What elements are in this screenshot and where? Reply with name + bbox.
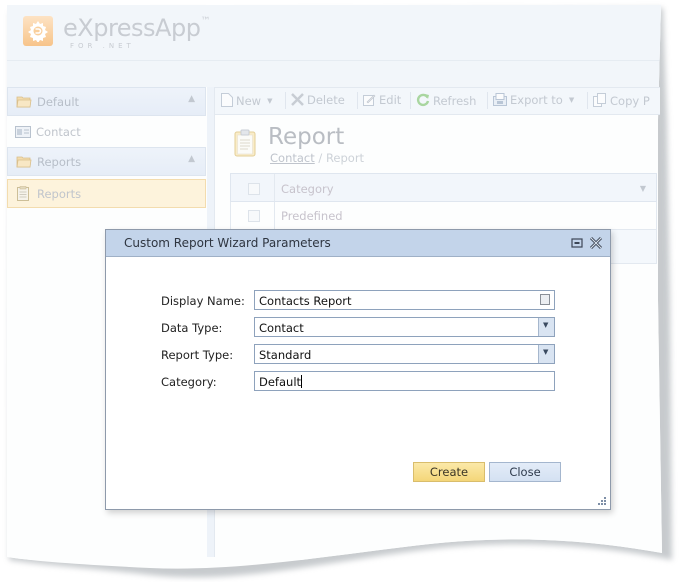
select-all-checkbox[interactable]	[248, 183, 260, 195]
report-type-dropdown[interactable]: Standard ▼	[254, 344, 555, 364]
nav-group-label: Reports	[37, 155, 82, 169]
dropdown-arrow-icon[interactable]: ▼	[569, 96, 574, 104]
data-type-dropdown[interactable]: Contact ▼	[254, 317, 555, 337]
text-cursor	[301, 375, 303, 388]
header-bar: eXpressApp™ FOR .NET	[7, 5, 663, 61]
new-button[interactable]: New ▼	[221, 93, 272, 108]
display-name-field[interactable]: Contacts Report	[254, 290, 555, 310]
nav-item-contact[interactable]: Contact	[7, 118, 206, 147]
column-header-category[interactable]: Category	[281, 182, 334, 196]
logo-gear-icon	[23, 16, 53, 46]
nav-group-default[interactable]: Default ▲	[7, 87, 206, 116]
refresh-icon	[416, 93, 430, 107]
copy-button[interactable]: Copy P	[593, 93, 650, 108]
close-icon[interactable]	[589, 236, 603, 250]
contact-card-icon	[15, 126, 31, 138]
cell-category: Predefined	[281, 209, 343, 223]
report-view-icon	[234, 129, 256, 157]
edit-pencil-icon	[363, 94, 376, 106]
report-icon	[17, 186, 29, 201]
nav-group-reports[interactable]: Reports ▲	[7, 147, 206, 176]
custom-report-wizard-dialog: Custom Report Wizard Parameters Display …	[105, 229, 611, 510]
chevron-up-icon[interactable]: ▲	[188, 154, 195, 164]
table-row[interactable]: Predefined	[230, 202, 657, 230]
logo-subtitle: FOR .NET	[70, 42, 135, 50]
data-type-label: Data Type:	[161, 321, 223, 335]
export-button[interactable]: Export to ▼	[493, 93, 574, 107]
value-picker-icon[interactable]	[540, 294, 550, 305]
delete-x-icon	[291, 93, 304, 106]
export-icon	[493, 93, 507, 106]
create-button[interactable]: Create	[413, 462, 485, 482]
breadcrumb-link-contact[interactable]: Contact	[270, 151, 315, 165]
breadcrumb-current: Report	[325, 151, 365, 165]
refresh-button[interactable]: Refresh	[416, 93, 476, 108]
maximize-icon[interactable]	[570, 236, 584, 250]
row-checkbox[interactable]	[248, 210, 260, 222]
category-input[interactable]: Default	[254, 371, 555, 391]
toolbar: New ▼ Delete Edit Refresh Export to ▼ Copy…	[215, 87, 660, 115]
report-type-label: Report Type:	[161, 348, 234, 362]
nav-item-label: Contact	[36, 125, 81, 139]
nav-group-label: Default	[37, 95, 80, 109]
edit-button[interactable]: Edit	[363, 93, 401, 107]
filter-icon[interactable]: ▼	[640, 184, 646, 193]
copy-icon	[593, 93, 606, 107]
close-button[interactable]: Close	[489, 462, 561, 482]
resize-grip-icon[interactable]	[597, 496, 607, 506]
dropdown-arrow-icon[interactable]: ▼	[538, 318, 554, 336]
view-title: Report	[268, 124, 345, 150]
dialog-title: Custom Report Wizard Parameters	[124, 236, 331, 250]
dropdown-arrow-icon[interactable]: ▼	[538, 345, 554, 363]
folder-icon	[16, 156, 32, 168]
category-label: Category:	[161, 375, 217, 389]
breadcrumb: Contact / Report	[270, 151, 365, 165]
chevron-up-icon[interactable]: ▲	[188, 94, 195, 104]
nav-item-reports[interactable]: Reports	[7, 179, 206, 208]
nav-item-label: Reports	[37, 187, 82, 201]
dropdown-arrow-icon[interactable]: ▼	[267, 97, 272, 105]
display-name-label: Display Name:	[161, 294, 245, 308]
delete-button[interactable]: Delete	[291, 93, 345, 107]
dialog-header[interactable]: Custom Report Wizard Parameters	[106, 230, 610, 257]
new-document-icon	[221, 93, 233, 107]
logo-text: eXpressApp™	[63, 14, 210, 42]
folder-icon	[16, 96, 32, 108]
grid-header: Category ▼	[230, 173, 657, 202]
